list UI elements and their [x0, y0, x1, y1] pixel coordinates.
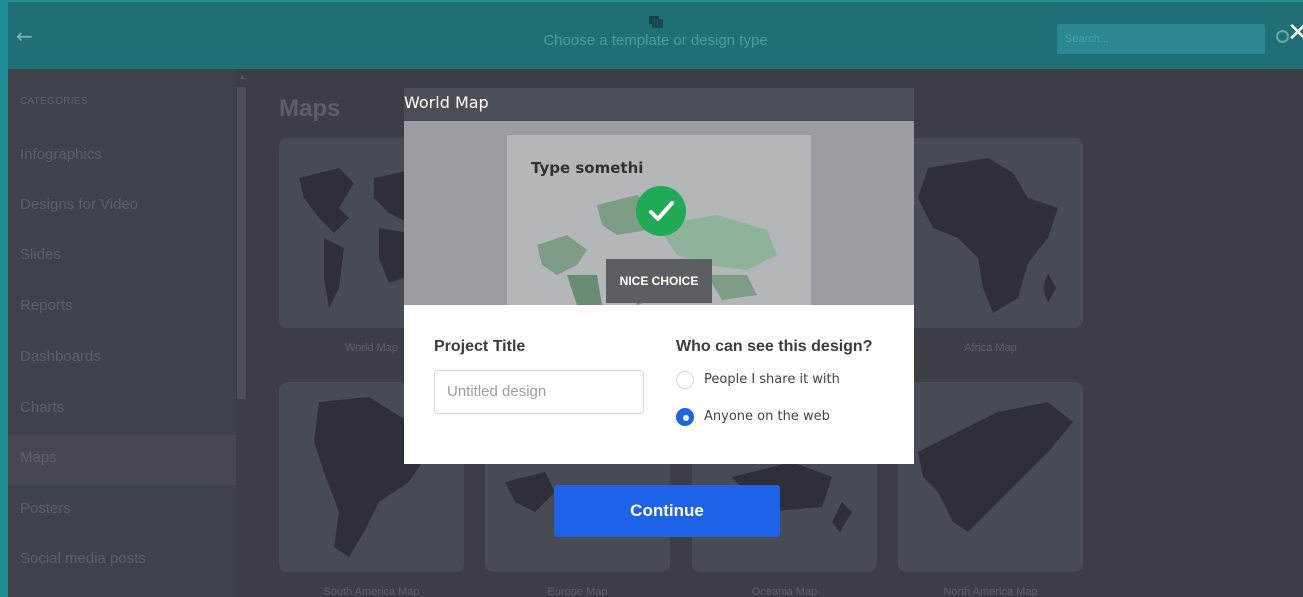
app-frame: ← Choose a template or design type Searc… — [0, 0, 1303, 597]
continue-button[interactable]: Continue — [554, 485, 780, 537]
project-form: Project Title Untitled design Who can se… — [404, 305, 914, 464]
sidebar-item-charts[interactable]: Charts — [8, 385, 236, 435]
template-card-africa-map[interactable] — [898, 138, 1083, 328]
sidebar-item-reports[interactable]: Reports — [8, 283, 236, 333]
sidebar-item-infographics[interactable]: Infographics — [8, 132, 236, 182]
checkmark-icon — [636, 186, 686, 236]
sidebar-item-social-media-posts[interactable]: Social media posts — [8, 536, 236, 586]
project-title-input[interactable]: Untitled design — [434, 370, 644, 414]
project-title-label: Project Title — [434, 338, 526, 355]
sidebar-scrollbar[interactable] — [237, 87, 246, 399]
option-anyone-on-web-label[interactable]: Anyone on the web — [704, 409, 830, 424]
sidebar-item-dashboards[interactable]: Dashboards — [8, 334, 236, 384]
card-label-oceania-map: Oceania Map — [751, 586, 818, 597]
modal-header: World Map — [404, 88, 914, 121]
option-people-i-share-label[interactable]: People I share it with — [704, 372, 840, 387]
sidebar-item-slides[interactable]: Slides — [8, 232, 236, 282]
template-card-north-america-map[interactable] — [898, 382, 1083, 572]
templates-icon — [648, 16, 663, 28]
page-title: Maps — [279, 95, 341, 122]
card-label-europe-map: Europe Map — [547, 586, 608, 597]
sidebar: CATEGORIES Infographics Designs for Vide… — [8, 69, 236, 597]
search-placeholder: Search... — [1065, 33, 1110, 45]
close-icon[interactable]: ✕ — [1287, 20, 1303, 46]
sidebar-heading: CATEGORIES — [20, 96, 88, 107]
card-label-south-america-map: South America Map — [323, 586, 420, 597]
create-design-modal: World Map Type somethi NICE CHOICE Proje… — [404, 88, 914, 537]
visibility-label: Who can see this design? — [676, 338, 873, 355]
header-bar: ← Choose a template or design type Searc… — [8, 2, 1303, 69]
nice-choice-badge: NICE CHOICE — [606, 259, 712, 303]
sidebar-item-posters[interactable]: Posters — [8, 486, 236, 536]
search-input[interactable]: Search... — [1057, 24, 1265, 54]
africa-map-icon — [918, 158, 1058, 313]
header-title: Choose a template or design type — [543, 32, 768, 49]
sidebar-item-maps[interactable]: Maps — [8, 435, 236, 485]
card-label-africa-map: Africa Map — [964, 342, 1017, 354]
north-america-map-icon — [918, 402, 1073, 532]
radio-anyone-on-web[interactable] — [676, 408, 694, 426]
radio-people-i-share[interactable] — [676, 371, 694, 389]
project-title-placeholder: Untitled design — [447, 383, 547, 400]
sidebar-item-designs-for-video[interactable]: Designs for Video — [8, 182, 236, 232]
scroll-up-arrow-icon[interactable]: ▲ — [239, 74, 246, 81]
card-label-north-america-map: North America Map — [943, 586, 1038, 597]
modal-title: World Map — [404, 93, 489, 112]
template-preview: Type somethi NICE CHOICE — [404, 121, 914, 305]
